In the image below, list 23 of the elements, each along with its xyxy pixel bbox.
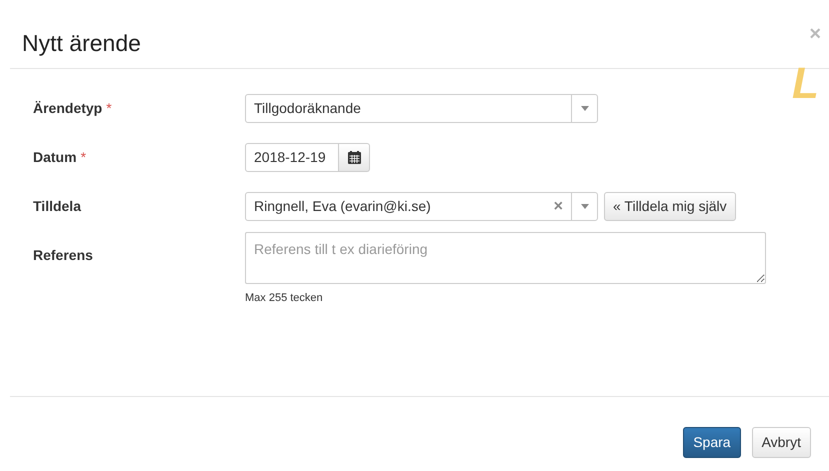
help-text: Max 255 tecken <box>245 291 324 306</box>
field-label: Datum <box>33 148 77 167</box>
caret-icon <box>580 106 588 111</box>
calendar-icon <box>348 151 360 164</box>
cancel-button[interactable]: Avbryt <box>752 427 811 458</box>
select-value: Tillgodoräknande <box>253 99 362 118</box>
background-text: L <box>792 62 819 106</box>
calendar-button[interactable] <box>339 143 370 172</box>
save-button[interactable]: Spara <box>683 427 741 458</box>
required-mark: * <box>106 99 112 118</box>
select-field[interactable]: Ringnell, Eva (evarin@ki.se) × <box>245 192 598 221</box>
assign-myself-button[interactable]: « Tilldela mig själv <box>604 192 736 221</box>
caret-icon <box>580 204 588 209</box>
field-label: Referens <box>33 246 93 265</box>
select-value: Ringnell, Eva (evarin@ki.se) <box>253 197 432 216</box>
field-label: Ärendetyp <box>33 99 102 118</box>
field-label: Tilldela <box>33 197 81 216</box>
date-field[interactable]: 2018-12-19 <box>245 143 339 172</box>
clear-icon[interactable]: × <box>546 198 571 214</box>
required-mark: * <box>80 148 86 167</box>
dialog-title: Nytt ärende <box>22 29 141 58</box>
reference-field[interactable]: Referens till t ex diarieföring <box>245 232 766 284</box>
select-field[interactable]: Tillgodoräknande <box>245 94 598 123</box>
